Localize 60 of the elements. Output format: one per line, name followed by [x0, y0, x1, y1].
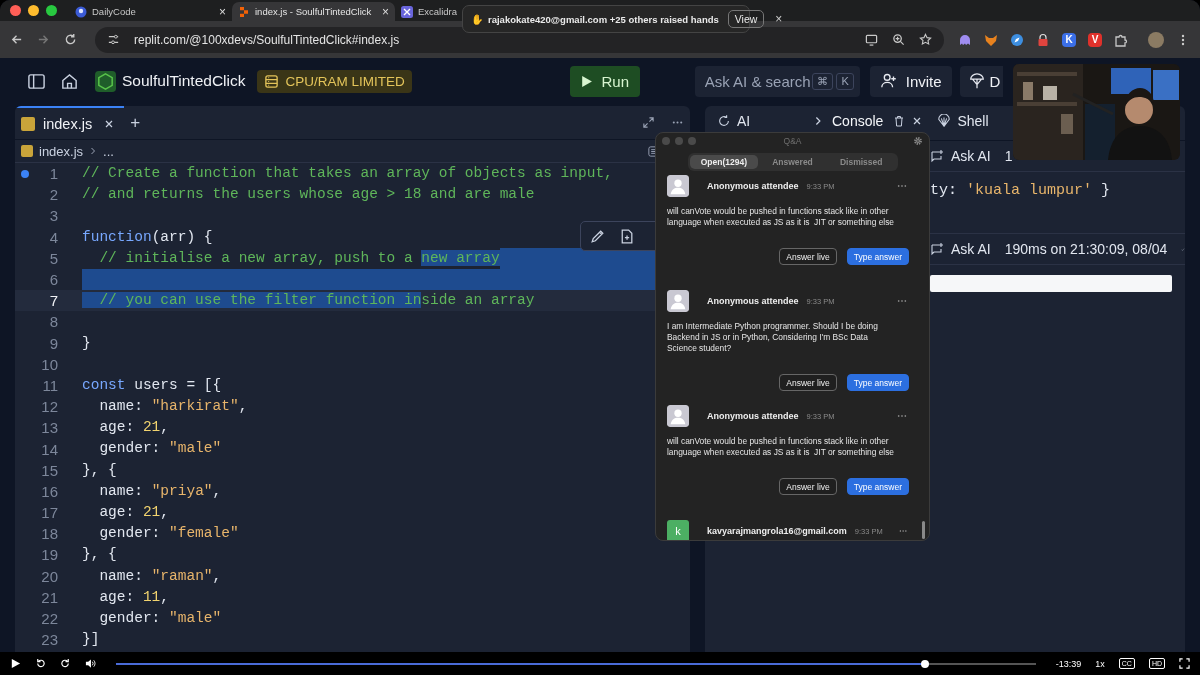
author-name: Anonymous attendee [707, 411, 799, 421]
code-line: // and returns the users whose age > 18 and are male [82, 185, 535, 205]
line-number: 16 [40, 482, 58, 500]
line-number: 20 [40, 567, 58, 585]
line-number: 3 [48, 207, 58, 225]
code-line: name: "raman", [98, 566, 222, 586]
code-line: age: 11, [98, 587, 170, 607]
line-number: 5 [48, 249, 58, 267]
code-line: gender: "male" [98, 608, 222, 628]
line-number: 21 [40, 588, 58, 606]
shortcut-key: K [836, 72, 854, 90]
code-line: }, { [82, 545, 117, 565]
question-text: will canVote would be pushed in functions stack like in other language when executed as JS as it is JIT or something else [667, 436, 895, 458]
question-text: will canVote would be pushed in functions stack like in other language when executed as JS as it is JIT or something else [667, 206, 895, 228]
line-number: 15 [40, 461, 58, 479]
code-line: age: 21, [98, 503, 170, 522]
author-name: kavyarajmangrola16@gmail.com [707, 526, 847, 536]
run-info: 190ms on 21:30:09, 08/04 [1004, 241, 1168, 257]
line-number: 2 [48, 186, 58, 204]
window-title: Q&A [782, 136, 803, 146]
shortcut-key: ⌘ [812, 72, 834, 90]
line-number: 12 [40, 398, 58, 416]
selected-code: new array [421, 249, 500, 266]
line-number: 1 [48, 165, 58, 183]
code-line: }] [82, 630, 100, 650]
author-name: Anonymous attendee [707, 181, 799, 191]
code-line: gender: "female" [98, 524, 239, 544]
code-line: // Create a function that takes an array of objects as input, [82, 164, 613, 183]
code-line: age: 21, [98, 418, 170, 438]
line-number: 8 [48, 313, 58, 331]
line-number: 13 [40, 419, 58, 437]
run-info: 1 [1004, 148, 1013, 164]
line-number: 9 [48, 334, 58, 352]
hand-icon: ✋ [471, 13, 483, 25]
line-number: 6 [48, 271, 58, 289]
notification-text: rajakokate420@gmail.com +25 others raised hands [488, 13, 719, 25]
author-name: Anonymous attendee [707, 296, 799, 306]
code-line: function(arr) { [82, 227, 213, 247]
code-text: // initialise a new array, push to a [98, 249, 414, 266]
line-number: 17 [40, 504, 58, 522]
code-line: gender: "male" [98, 439, 222, 459]
code-line: } [82, 333, 91, 353]
code-line: }, { [82, 460, 117, 480]
line-number: 11 [41, 376, 58, 394]
line-number: 19 [40, 546, 58, 564]
line-number: 4 [48, 228, 58, 246]
code-line: name: "priya", [98, 481, 222, 501]
code-line: name: "harkirat", [98, 397, 248, 417]
line-number: 7 [48, 292, 58, 310]
line-number: 22 [40, 610, 58, 628]
line-number: 14 [40, 440, 58, 458]
code-line: const users = [{ [82, 375, 222, 395]
line-number: 10 [40, 355, 58, 373]
line-number: 18 [40, 525, 58, 543]
line-number: 23 [40, 631, 58, 649]
code-text: side an array [421, 292, 535, 309]
time-remaining: -13:39 [1055, 658, 1082, 669]
selected-code: // you can use the filter function in [82, 292, 422, 309]
question-text: I am Intermediate Python programmer. Should I be doing Backend in JS or in Python, Considering I'm BSc Data Science student? [667, 321, 879, 354]
user-avatar: k [667, 520, 689, 540]
